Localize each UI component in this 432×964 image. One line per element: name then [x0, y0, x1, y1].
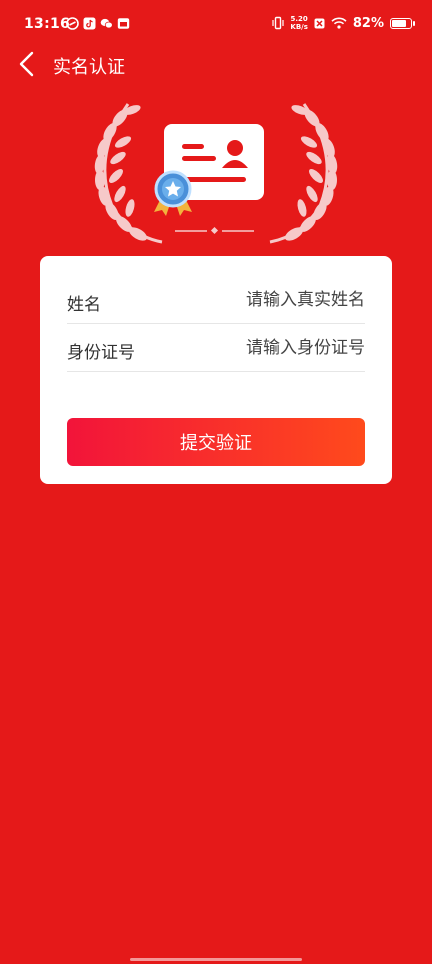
vibrate-icon — [272, 16, 284, 30]
status-notification-icons — [66, 17, 130, 30]
network-speed-value: 5.20 — [290, 15, 308, 23]
battery-percent: 82% — [352, 15, 384, 31]
tiktok-icon — [83, 17, 96, 30]
laurel-left-icon — [94, 103, 163, 244]
back-arrow-icon — [19, 51, 34, 77]
status-right-icons: 5.20 KB/s 82% — [272, 15, 415, 31]
header: 实名认证 — [0, 44, 432, 84]
network-speed-unit: KB/s — [290, 23, 308, 31]
wechat-icon — [100, 18, 113, 29]
id-number-row: 身份证号 — [67, 324, 365, 372]
wifi-icon — [331, 17, 347, 29]
id-number-input[interactable] — [185, 334, 365, 362]
back-button[interactable] — [14, 48, 42, 80]
name-label: 姓名 — [67, 295, 101, 315]
verification-emblem — [0, 96, 432, 246]
home-indicator — [130, 958, 302, 961]
battery-icon — [390, 17, 415, 29]
verification-form-card: 姓名 身份证号 提交验证 — [40, 256, 392, 484]
calendar-app-icon — [117, 18, 130, 29]
name-row: 姓名 — [67, 276, 365, 324]
name-input[interactable] — [185, 286, 365, 314]
badge-star-icon — [154, 170, 192, 216]
app-notification-icon — [66, 17, 79, 30]
emblem-graphic — [94, 103, 338, 244]
id-number-label: 身份证号 — [67, 343, 135, 363]
divider-ornament-icon — [175, 226, 254, 235]
laurel-right-icon — [269, 103, 338, 244]
no-sim-icon — [314, 18, 325, 28]
status-time: 13:16 — [24, 16, 71, 32]
network-speed: 5.20 KB/s — [290, 15, 307, 31]
page-title: 实名认证 — [53, 57, 125, 78]
submit-verification-button[interactable]: 提交验证 — [67, 418, 365, 466]
